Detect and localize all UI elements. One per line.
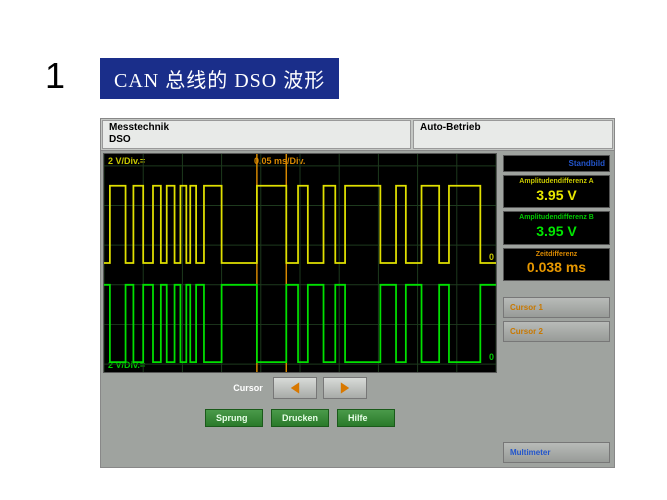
header-left-line1: Messtechnik (109, 122, 404, 134)
readout-time: Zeitdifferenz 0.038 ms (503, 248, 610, 281)
dso-body: 2 V/Div.= 0.05 ms/Div. 2 V/Div.= 0 0 Cur… (101, 151, 614, 467)
cursor-left-button[interactable] (273, 377, 317, 399)
header-right: Auto-Betrieb (413, 120, 613, 149)
arrow-left-icon (288, 381, 302, 395)
cursor-controls: Cursor (103, 373, 497, 403)
time-diff-label: Zeitdifferenz (508, 251, 605, 259)
readout-amp-b: Amplitudendifferenz B 3.95 V (503, 211, 610, 244)
time-diff-value: 0.038 ms (508, 258, 605, 278)
standbild-indicator: Standbild (503, 155, 610, 172)
bottom-button-bar: Sprung Drucken Hilfe (103, 403, 497, 433)
amp-a-value: 3.95 V (508, 186, 605, 206)
hilfe-button[interactable]: Hilfe (337, 409, 395, 427)
waveform-canvas (104, 154, 496, 372)
scope-area: 2 V/Div.= 0.05 ms/Div. 2 V/Div.= 0 0 Cur… (101, 151, 499, 467)
amp-a-label: Amplitudendifferenz A (508, 178, 605, 186)
page-title: CAN 总线的 DSO 波形 (100, 58, 339, 99)
scope-screen: 2 V/Div.= 0.05 ms/Div. 2 V/Div.= 0 0 (103, 153, 497, 373)
cursor2-button[interactable]: Cursor 2 (503, 321, 610, 342)
amp-b-value: 3.95 V (508, 222, 605, 242)
dso-window: Messtechnik DSO Auto-Betrieb 2 V/Div.= 0… (100, 118, 615, 468)
cursor-label: Cursor (233, 383, 263, 393)
side-panel: Standbild Amplitudendifferenz A 3.95 V A… (499, 151, 614, 467)
amp-b-label: Amplitudendifferenz B (508, 214, 605, 222)
readout-amp-a: Amplitudendifferenz A 3.95 V (503, 175, 610, 208)
multimeter-button[interactable]: Multimeter (503, 442, 610, 463)
header-left: Messtechnik DSO (102, 120, 411, 149)
dso-header: Messtechnik DSO Auto-Betrieb (101, 119, 614, 151)
cursor-right-button[interactable] (323, 377, 367, 399)
sprung-button[interactable]: Sprung (205, 409, 263, 427)
arrow-right-icon (338, 381, 352, 395)
slide-number: 1 (45, 55, 65, 97)
header-left-line2: DSO (109, 134, 404, 146)
cursor1-button[interactable]: Cursor 1 (503, 297, 610, 318)
drucken-button[interactable]: Drucken (271, 409, 329, 427)
